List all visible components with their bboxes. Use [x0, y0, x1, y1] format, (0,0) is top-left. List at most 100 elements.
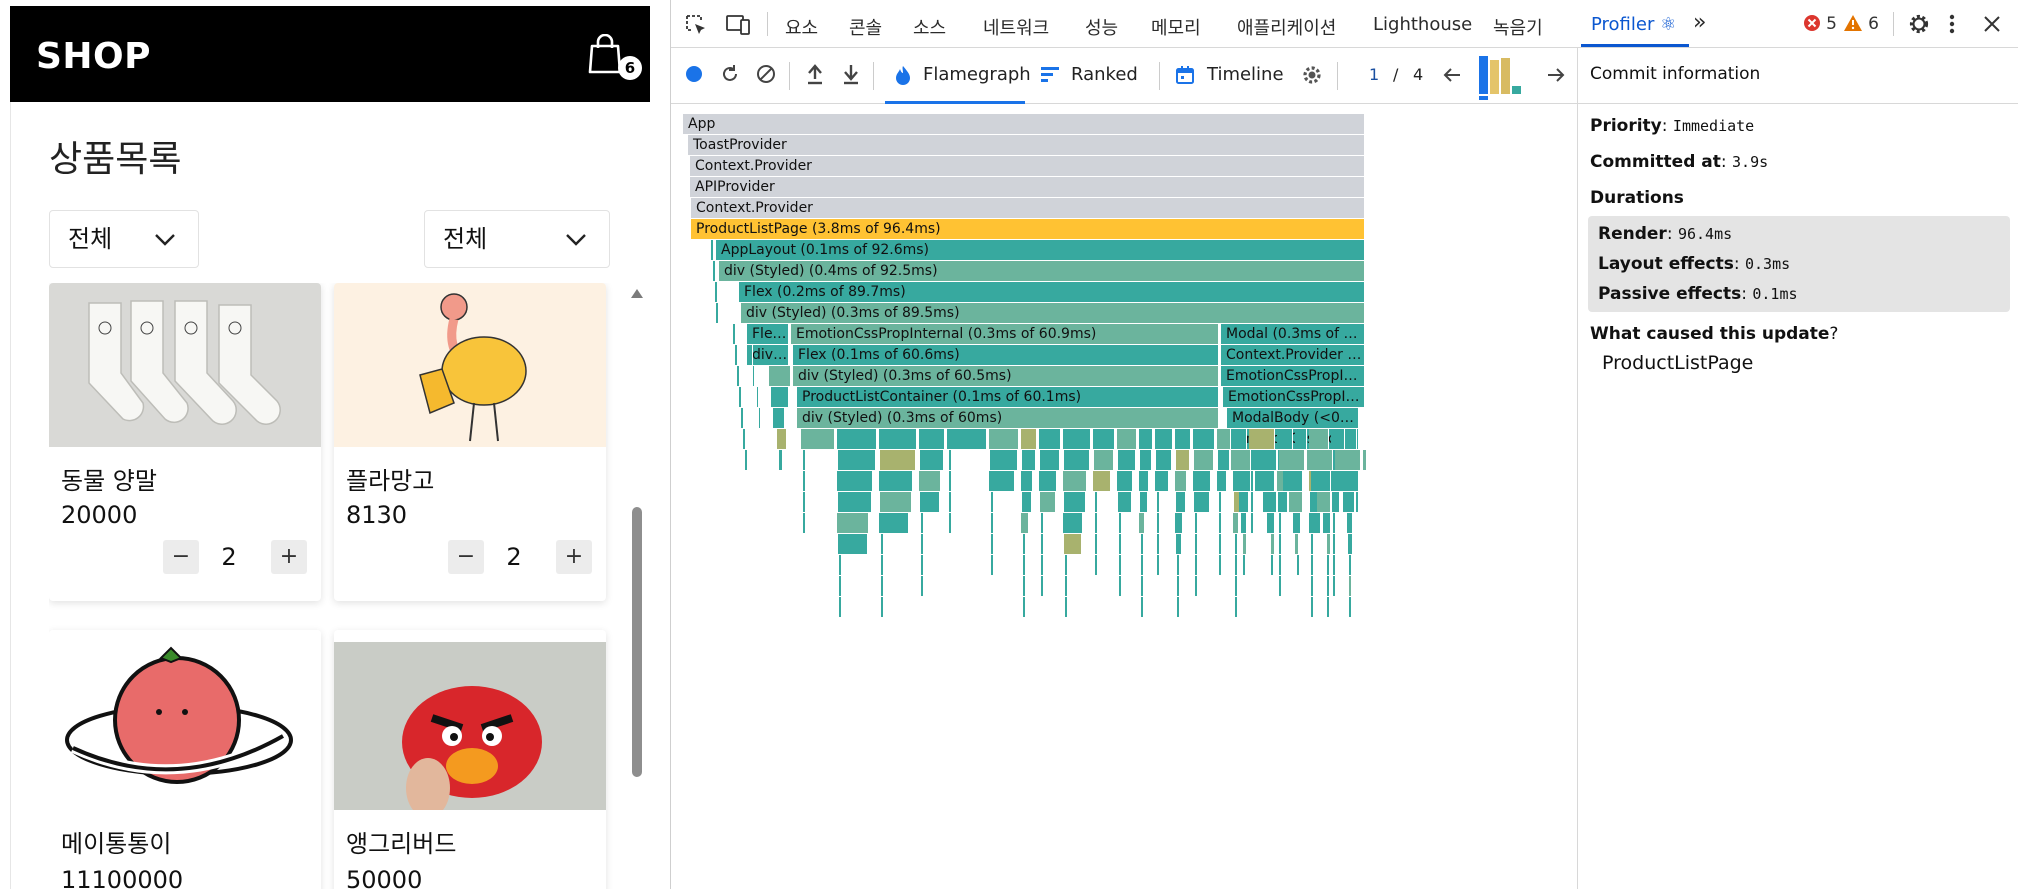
- tab-lighthouse[interactable]: Lighthouse: [1373, 14, 1472, 35]
- flamegraph-bar[interactable]: [921, 555, 924, 575]
- flamegraph-bar[interactable]: [1063, 429, 1091, 449]
- flamegraph-bar[interactable]: [1219, 555, 1222, 575]
- flamegraph-bar[interactable]: [990, 450, 1018, 470]
- flamegraph-bar[interactable]: [1118, 492, 1132, 512]
- flamegraph-bar[interactable]: [803, 492, 806, 512]
- flamegraph-bar[interactable]: [803, 450, 806, 470]
- flamegraph-bar[interactable]: [779, 450, 783, 470]
- flamegraph-bar[interactable]: [881, 597, 884, 617]
- flamegraph-bar[interactable]: [838, 450, 876, 470]
- flamegraph-bar[interactable]: [1267, 513, 1275, 533]
- flamegraph-bar[interactable]: [1293, 513, 1301, 533]
- flamegraph-bar[interactable]: [1327, 597, 1330, 617]
- flamegraph-bar[interactable]: [1233, 513, 1239, 533]
- product-card[interactable]: 앵그리버드 50000: [334, 630, 606, 889]
- flamegraph-bar[interactable]: [1239, 492, 1249, 512]
- flamegraph-bar[interactable]: [1119, 576, 1122, 596]
- flamegraph-bar[interactable]: EmotionCssPropInt…: [1223, 387, 1365, 407]
- commit-bar[interactable]: [1501, 58, 1510, 94]
- flamegraph-bar[interactable]: [773, 408, 785, 428]
- flamegraph-bar[interactable]: [1141, 597, 1144, 617]
- flamegraph-bar[interactable]: [1064, 492, 1086, 512]
- flamegraph-bar[interactable]: [1218, 450, 1230, 470]
- flamegraph-bar[interactable]: [759, 408, 761, 428]
- flamegraph-bar[interactable]: [1040, 492, 1056, 512]
- flamegraph-bar[interactable]: [1065, 576, 1068, 596]
- flamegraph-bar[interactable]: [1021, 513, 1029, 533]
- flamegraph-bar[interactable]: [881, 555, 884, 575]
- flamegraph-bar[interactable]: [1041, 513, 1044, 533]
- flamegraph-bar[interactable]: [1039, 429, 1061, 449]
- flamegraph-bar[interactable]: APIProvider: [690, 177, 1365, 197]
- flamegraph-bar[interactable]: [1195, 534, 1198, 554]
- flamegraph-bar[interactable]: [1356, 492, 1359, 512]
- flamegraph-bar[interactable]: EmotionCssPropInternal (0.3ms of 60.9ms): [791, 324, 1219, 344]
- flamegraph-bar[interactable]: [880, 492, 912, 512]
- flamegraph-bar[interactable]: [949, 471, 952, 491]
- sort-filter-select[interactable]: 전체: [424, 210, 610, 268]
- flamegraph-bar[interactable]: [1095, 555, 1098, 575]
- flamegraph-bar[interactable]: [715, 282, 718, 302]
- flamegraph-bar[interactable]: [1119, 513, 1122, 533]
- flamegraph-bar[interactable]: [739, 387, 742, 407]
- flamegraph-bar[interactable]: [1279, 576, 1282, 596]
- flamegraph-bar[interactable]: [1253, 450, 1277, 470]
- flamegraph-bar[interactable]: [837, 471, 873, 491]
- tab-elements[interactable]: 요소: [785, 14, 818, 40]
- flamegraph-bar[interactable]: [1251, 492, 1254, 512]
- tab-flamegraph[interactable]: Flamegraph: [885, 48, 1031, 104]
- flamegraph-bar[interactable]: [1278, 492, 1288, 512]
- flamegraph-bar[interactable]: [1277, 429, 1293, 449]
- flamegraph-bar[interactable]: [1022, 450, 1036, 470]
- update-cause-component[interactable]: ProductListPage: [1602, 352, 1753, 374]
- profiler-settings-gear-icon[interactable]: [1301, 64, 1323, 86]
- flamegraph-bar[interactable]: [879, 471, 913, 491]
- flamegraph-bar[interactable]: [1309, 429, 1329, 449]
- flamegraph-bar[interactable]: [839, 555, 842, 575]
- tab-network[interactable]: 네트워크: [983, 14, 1049, 40]
- shop-logo[interactable]: SHOP: [36, 36, 151, 77]
- flamegraph-bar[interactable]: [1311, 555, 1314, 575]
- flamegraph-bar[interactable]: [1235, 555, 1238, 575]
- product-card[interactable]: 메이통통이 11100000: [49, 630, 321, 889]
- flamegraph-bar[interactable]: [1021, 471, 1033, 491]
- flamegraph-bar[interactable]: [1140, 450, 1152, 470]
- flamegraph-bar[interactable]: [1349, 597, 1352, 617]
- flamegraph-bar[interactable]: [1063, 471, 1087, 491]
- tab-recorder[interactable]: 녹음기: [1493, 14, 1543, 40]
- flamegraph-bar[interactable]: [1141, 534, 1144, 554]
- flamegraph-bar[interactable]: [1271, 555, 1274, 575]
- flamegraph-bar[interactable]: [803, 513, 806, 533]
- flamegraph-bar[interactable]: [1219, 492, 1222, 512]
- flamegraph-bar[interactable]: [741, 408, 744, 428]
- flamegraph-bar[interactable]: [1311, 597, 1314, 617]
- flamegraph-bar[interactable]: [1339, 471, 1359, 491]
- flamegraph-bar[interactable]: [1177, 576, 1180, 596]
- flamegraph-bar[interactable]: [879, 429, 917, 449]
- flamegraph-bar[interactable]: [1241, 513, 1247, 533]
- flamegraph-bar[interactable]: [1157, 534, 1160, 554]
- flamegraph-bar[interactable]: div (Styled) (0.3ms of 89.5ms): [741, 303, 1365, 323]
- flamegraph-bar[interactable]: div (Styled) (0.4ms of 92.5ms): [719, 261, 1365, 281]
- flamegraph-bar[interactable]: [757, 387, 759, 407]
- tab-application[interactable]: 애플리케이션: [1237, 14, 1336, 40]
- flamegraph-bar[interactable]: [1119, 555, 1122, 575]
- flamegraph-bar[interactable]: [1349, 555, 1352, 575]
- flamegraph-bar[interactable]: [1065, 555, 1068, 575]
- flamegraph-bar[interactable]: [1022, 492, 1032, 512]
- flamegraph-bar[interactable]: [991, 555, 994, 575]
- flamegraph-bar[interactable]: [1063, 513, 1083, 533]
- flamegraph-bar[interactable]: EmotionCssPropInte…: [1221, 366, 1365, 386]
- flamegraph-bar[interactable]: [1021, 429, 1037, 449]
- clear-icon[interactable]: [756, 64, 776, 84]
- flamegraph-bar[interactable]: [1251, 471, 1254, 491]
- flamegraph-bar[interactable]: [1139, 513, 1145, 533]
- next-commit-arrow-icon[interactable]: [1547, 67, 1565, 83]
- flamegraph-bar[interactable]: [1193, 471, 1211, 491]
- flamegraph-bar[interactable]: [1094, 450, 1114, 470]
- flamegraph-bar[interactable]: [1157, 513, 1160, 533]
- category-filter-select[interactable]: 전체: [49, 210, 199, 268]
- flamegraph-bar[interactable]: [1093, 471, 1111, 491]
- flamegraph-bar[interactable]: [1333, 576, 1336, 596]
- flamegraph-bar[interactable]: [989, 429, 1019, 449]
